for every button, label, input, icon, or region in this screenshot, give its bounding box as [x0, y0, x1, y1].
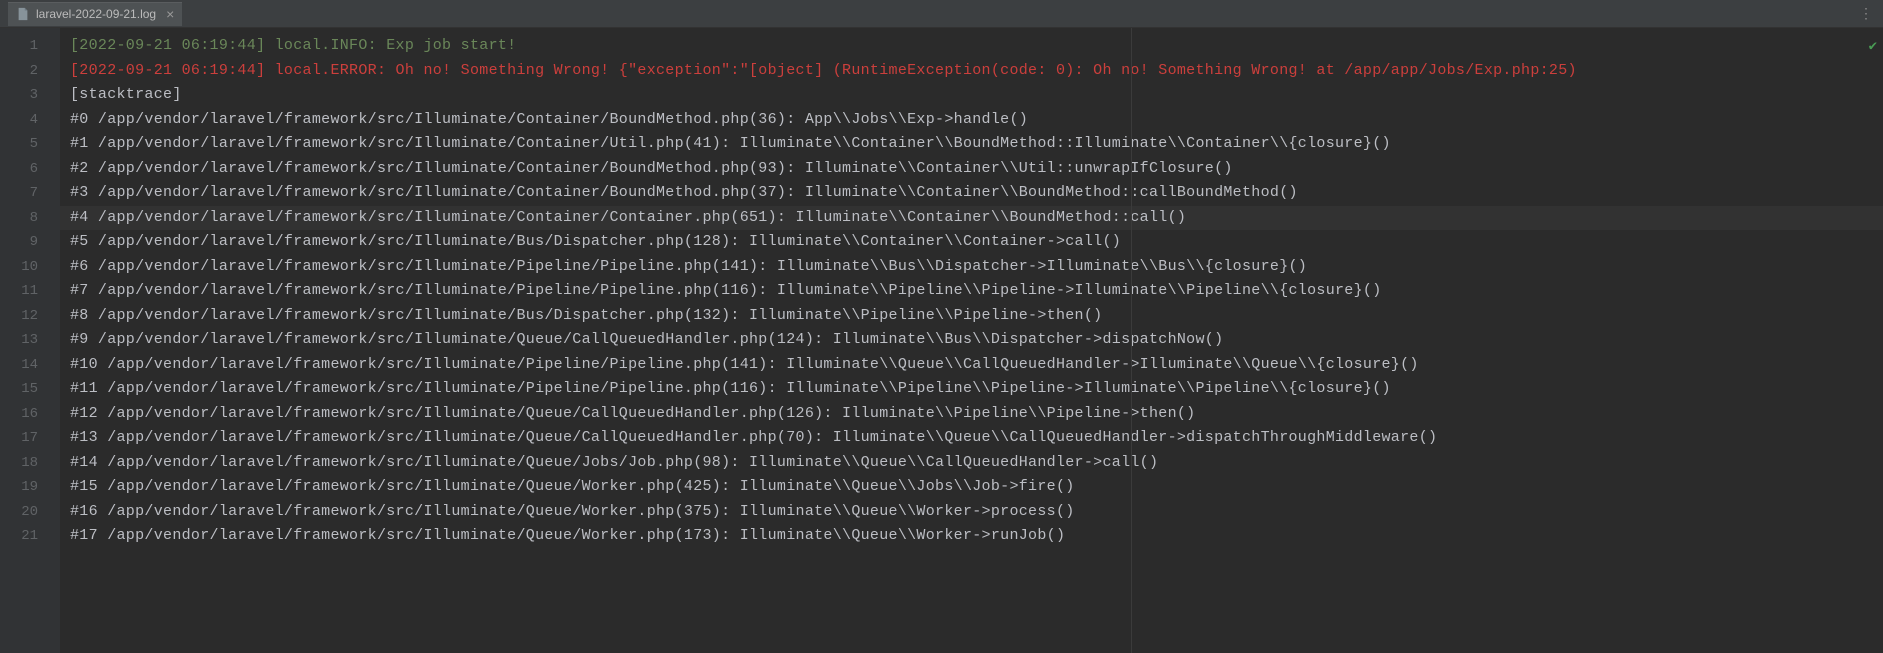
code-line[interactable]: #8 /app/vendor/laravel/framework/src/Ill…: [70, 304, 1883, 329]
code-line[interactable]: #16 /app/vendor/laravel/framework/src/Il…: [70, 500, 1883, 525]
code-line[interactable]: #4 /app/vendor/laravel/framework/src/Ill…: [70, 206, 1883, 231]
line-number: 9: [0, 230, 60, 255]
line-number: 14: [0, 353, 60, 378]
code-line[interactable]: #14 /app/vendor/laravel/framework/src/Il…: [70, 451, 1883, 476]
code-line[interactable]: #7 /app/vendor/laravel/framework/src/Ill…: [70, 279, 1883, 304]
line-number: 17: [0, 426, 60, 451]
code-line[interactable]: #0 /app/vendor/laravel/framework/src/Ill…: [70, 108, 1883, 133]
line-number: 7: [0, 181, 60, 206]
code-line[interactable]: #6 /app/vendor/laravel/framework/src/Ill…: [70, 255, 1883, 280]
code-line[interactable]: #1 /app/vendor/laravel/framework/src/Ill…: [70, 132, 1883, 157]
line-number: 11: [0, 279, 60, 304]
line-number: 21: [0, 524, 60, 549]
line-number: 1: [0, 34, 60, 59]
line-number: 2: [0, 59, 60, 84]
line-number: 16: [0, 402, 60, 427]
line-number: 20: [0, 500, 60, 525]
code-area[interactable]: ✔ [2022-09-21 06:19:44] local.INFO: Exp …: [60, 28, 1883, 653]
gutter: 123456789101112131415161718192021: [0, 28, 60, 653]
line-number: 8: [0, 206, 60, 231]
status-check-icon: ✔: [1869, 38, 1877, 55]
close-icon[interactable]: ×: [166, 6, 174, 22]
line-number: 10: [0, 255, 60, 280]
code-line[interactable]: #15 /app/vendor/laravel/framework/src/Il…: [70, 475, 1883, 500]
tab-menu-icon[interactable]: ⋮: [1859, 5, 1883, 22]
editor-tab[interactable]: laravel-2022-09-21.log ×: [8, 2, 182, 26]
code-line[interactable]: #13 /app/vendor/laravel/framework/src/Il…: [70, 426, 1883, 451]
tab-bar: laravel-2022-09-21.log × ⋮: [0, 0, 1883, 28]
code-line[interactable]: #12 /app/vendor/laravel/framework/src/Il…: [70, 402, 1883, 427]
code-line[interactable]: #9 /app/vendor/laravel/framework/src/Ill…: [70, 328, 1883, 353]
line-number: 19: [0, 475, 60, 500]
code-line[interactable]: [stacktrace]: [70, 83, 1883, 108]
code-line[interactable]: #3 /app/vendor/laravel/framework/src/Ill…: [70, 181, 1883, 206]
editor: 123456789101112131415161718192021 ✔ [202…: [0, 28, 1883, 653]
tab-label: laravel-2022-09-21.log: [36, 7, 156, 21]
line-number: 6: [0, 157, 60, 182]
code-line[interactable]: [2022-09-21 06:19:44] local.ERROR: Oh no…: [70, 59, 1883, 84]
code-line[interactable]: #10 /app/vendor/laravel/framework/src/Il…: [70, 353, 1883, 378]
column-ruler: [1131, 28, 1132, 653]
code-line[interactable]: [2022-09-21 06:19:44] local.INFO: Exp jo…: [70, 34, 1883, 59]
line-number: 18: [0, 451, 60, 476]
line-number: 12: [0, 304, 60, 329]
line-number: 15: [0, 377, 60, 402]
code-line[interactable]: #17 /app/vendor/laravel/framework/src/Il…: [70, 524, 1883, 549]
code-line[interactable]: #2 /app/vendor/laravel/framework/src/Ill…: [70, 157, 1883, 182]
line-number: 13: [0, 328, 60, 353]
code-line[interactable]: #11 /app/vendor/laravel/framework/src/Il…: [70, 377, 1883, 402]
line-number: 5: [0, 132, 60, 157]
code-line[interactable]: #5 /app/vendor/laravel/framework/src/Ill…: [70, 230, 1883, 255]
file-icon: [16, 7, 30, 21]
line-number: 4: [0, 108, 60, 133]
line-number: 3: [0, 83, 60, 108]
